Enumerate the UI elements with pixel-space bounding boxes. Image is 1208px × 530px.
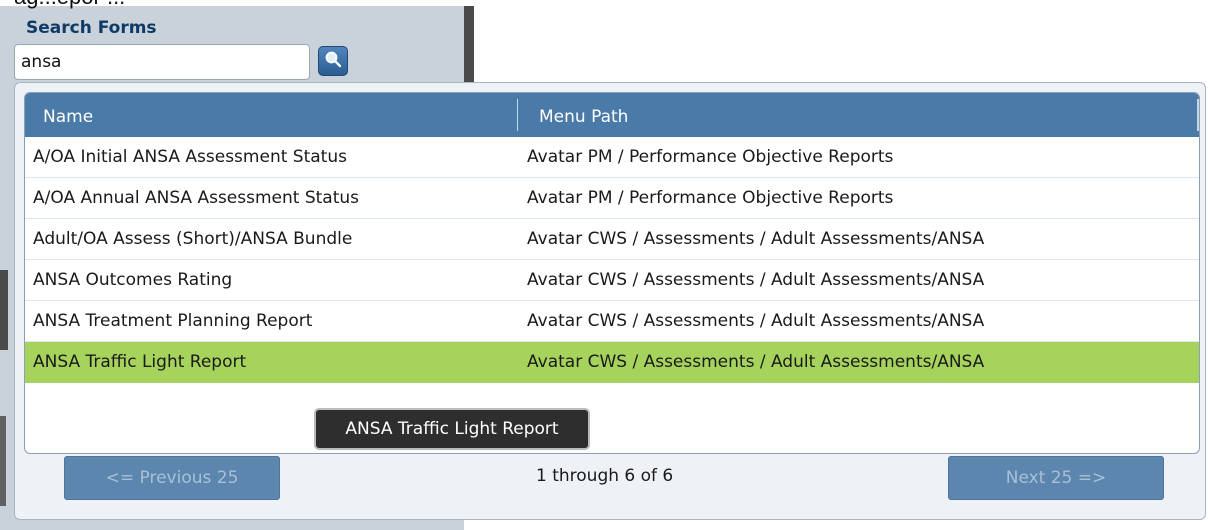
- table-row[interactable]: ANSA Outcomes Rating Avatar CWS / Assessm…: [25, 260, 1199, 301]
- search-button[interactable]: [318, 46, 348, 76]
- row-name-cell: ANSA Treatment Planning Report: [33, 311, 313, 331]
- table-row[interactable]: Adult/OA Assess (Short)/ANSA Bundle Avata…: [25, 219, 1199, 260]
- row-name-cell: ANSA Outcomes Rating: [33, 270, 233, 290]
- results-grid: Name Menu Path A/OA Initial ANSA Assessm…: [24, 92, 1200, 454]
- table-row[interactable]: A/OA Annual ANSA Assessment Status Avatar…: [25, 178, 1199, 219]
- panel-splitter[interactable]: [464, 6, 474, 86]
- column-header-menu-path[interactable]: Menu Path: [539, 107, 628, 127]
- search-forms-title: Search Forms: [26, 18, 157, 38]
- left-edge-handle-lower: [0, 416, 6, 506]
- grid-header: Name Menu Path: [25, 93, 1199, 137]
- row-menu-path-cell: Avatar CWS / Assessments / Adult Assessm…: [527, 311, 985, 331]
- table-row[interactable]: ANSA Traffic Light Report Avatar CWS / As…: [25, 342, 1199, 383]
- table-row[interactable]: A/OA Initial ANSA Assessment Status Avata…: [25, 137, 1199, 178]
- row-menu-path-cell: Avatar PM / Performance Objective Report…: [527, 147, 894, 167]
- row-menu-path-cell: Avatar CWS / Assessments / Adult Assessm…: [527, 352, 985, 372]
- row-name-cell: A/OA Initial ANSA Assessment Status: [33, 147, 347, 167]
- magnifier-icon: [324, 50, 342, 72]
- left-edge-handle: [0, 270, 8, 350]
- row-tooltip: ANSA Traffic Light Report: [314, 408, 590, 450]
- pager-status: 1 through 6 of 6: [536, 466, 674, 486]
- previous-page-button[interactable]: <= Previous 25: [64, 456, 280, 500]
- next-page-button[interactable]: Next 25 =>: [948, 456, 1164, 500]
- search-input[interactable]: ansa: [14, 44, 310, 80]
- row-name-cell: ANSA Traffic Light Report: [33, 352, 247, 372]
- search-input-value: ansa: [21, 52, 62, 72]
- row-menu-path-cell: Avatar CWS / Assessments / Adult Assessm…: [527, 229, 985, 249]
- row-name-cell: A/OA Annual ANSA Assessment Status: [33, 188, 360, 208]
- clipped-heading: ag...epor ...: [14, 0, 125, 8]
- row-menu-path-cell: Avatar CWS / Assessments / Adult Assessm…: [527, 270, 985, 290]
- row-menu-path-cell: Avatar PM / Performance Objective Report…: [527, 188, 894, 208]
- column-separator-right[interactable]: [1197, 99, 1199, 131]
- column-separator[interactable]: [517, 99, 518, 131]
- table-row[interactable]: ANSA Treatment Planning Report Avatar CWS…: [25, 301, 1199, 342]
- row-name-cell: Adult/OA Assess (Short)/ANSA Bundle: [33, 229, 353, 249]
- column-header-name[interactable]: Name: [43, 107, 93, 127]
